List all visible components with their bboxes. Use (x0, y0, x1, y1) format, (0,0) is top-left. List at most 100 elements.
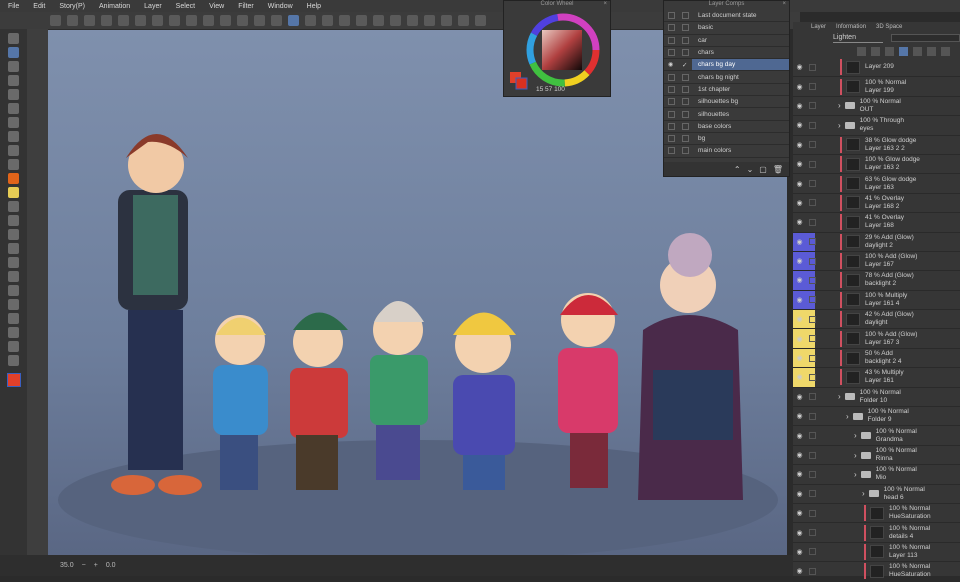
lock-toggle[interactable] (809, 102, 816, 110)
toolbar-button[interactable] (458, 15, 469, 26)
tool-button[interactable] (8, 355, 19, 366)
layer-comp-item[interactable]: Last document state (664, 10, 789, 23)
toolbar-button[interactable] (118, 15, 129, 26)
lock-toggle[interactable] (809, 490, 816, 498)
opacity-slider[interactable] (890, 34, 960, 42)
eye-icon[interactable]: ◉ (793, 412, 806, 420)
tool-button[interactable] (8, 89, 19, 100)
tab-3dspace[interactable]: 3D Space (876, 24, 902, 30)
visibility-toggle[interactable] (668, 85, 675, 93)
lock-toggle[interactable] (809, 529, 816, 537)
blend-mode-select[interactable]: Lighten (833, 34, 883, 43)
layer-comp-item[interactable]: silhouettes (664, 108, 789, 121)
layer-comp-item[interactable]: bg (664, 133, 789, 146)
eye-icon[interactable]: ◉ (793, 257, 806, 265)
new-comp-icon[interactable]: ▢ (759, 165, 767, 174)
menu-help[interactable]: Help (307, 3, 321, 10)
lock-toggle[interactable] (809, 315, 816, 323)
apply-checkbox[interactable] (682, 147, 689, 155)
eye-icon[interactable]: ◉ (793, 529, 806, 537)
layer-comp-item[interactable]: chars bg night (664, 71, 789, 84)
toolbar-button[interactable] (475, 15, 486, 26)
menu-select[interactable]: Select (176, 3, 195, 10)
expand-chevron-icon[interactable]: › (854, 451, 857, 460)
apply-checkbox[interactable] (682, 85, 689, 93)
tool-button[interactable] (8, 187, 19, 198)
toolbar-button[interactable] (288, 15, 299, 26)
toolbar-button[interactable] (203, 15, 214, 26)
eye-icon[interactable]: ◉ (793, 373, 806, 381)
toolbar-button[interactable] (271, 15, 282, 26)
eye-icon[interactable]: ◉ (793, 470, 806, 478)
zoom-out-button[interactable]: − (82, 562, 86, 569)
layer-row[interactable]: ◉ 78 % Add (Glow) backlight 2 (793, 271, 960, 291)
tool-button[interactable] (8, 201, 19, 212)
tool-button[interactable] (8, 117, 19, 128)
lock-toggle[interactable] (809, 276, 816, 284)
lock-toggle[interactable] (809, 141, 816, 149)
eye-icon[interactable]: ◉ (793, 199, 806, 207)
eye-icon[interactable]: ◉ (793, 121, 806, 129)
tool-button[interactable] (8, 313, 19, 324)
layer-row[interactable]: ◉ 100 % Normal details 4 (793, 523, 960, 543)
tool-button[interactable] (8, 271, 19, 282)
close-icon[interactable]: × (782, 1, 786, 7)
eye-icon[interactable]: ◉ (793, 490, 806, 498)
layer-row[interactable]: ◉ 43 % Multiply Layer 161 (793, 368, 960, 388)
visibility-toggle[interactable] (668, 110, 675, 118)
toolbar-button[interactable] (390, 15, 401, 26)
apply-checkbox[interactable] (682, 122, 689, 130)
layer-row[interactable]: ◉ 29 % Add (Glow) daylight 2 (793, 232, 960, 252)
eye-icon[interactable]: ◉ (793, 354, 806, 362)
eye-icon[interactable]: ◉ (793, 83, 806, 91)
visibility-toggle[interactable]: ◉ (668, 61, 675, 68)
layer-row[interactable]: ◉ 100 % Add (Glow) Layer 167 3 (793, 329, 960, 349)
toolbar-button[interactable] (84, 15, 95, 26)
tab-information[interactable]: Information (836, 24, 866, 30)
toolbar-button[interactable] (339, 15, 350, 26)
eye-icon[interactable]: ◉ (793, 451, 806, 459)
angle-value[interactable]: 0.0 (106, 562, 116, 569)
tool-button[interactable] (8, 159, 19, 170)
down-arrow-icon[interactable]: ⌄ (747, 165, 754, 174)
layer-comp-item[interactable]: ◉ ✓ chars bg day (664, 59, 789, 72)
layer-row[interactable]: ◉ 100 % Add (Glow) Layer 167 (793, 251, 960, 272)
layer-comp-item[interactable]: base colors (664, 121, 789, 133)
tool-button[interactable] (8, 61, 19, 72)
tab-layer[interactable]: Layer (811, 24, 826, 30)
eye-icon[interactable]: ◉ (793, 63, 806, 71)
visibility-toggle[interactable] (668, 36, 675, 44)
layer-row[interactable]: ◉ › 100 % Normal Folder 10 (793, 388, 960, 408)
tool-button[interactable] (8, 257, 19, 268)
toolbar-button[interactable] (441, 15, 452, 26)
tool-button[interactable] (8, 103, 19, 114)
layer-row[interactable]: ◉ 38 % Glow dodge Layer 163 2 2 (793, 136, 960, 155)
eye-icon[interactable]: ◉ (793, 567, 806, 575)
menu-edit[interactable]: Edit (33, 3, 45, 10)
lock-toggle[interactable] (809, 199, 816, 207)
lock-toggle[interactable] (809, 180, 816, 188)
layer-row[interactable]: ◉ 100 % Normal HueSaturation (793, 562, 960, 582)
toolbar-button[interactable] (305, 15, 316, 26)
lock-toggle[interactable] (809, 432, 816, 440)
layer-row[interactable]: ◉ › 100 % Normal head 6 (793, 485, 960, 504)
expand-chevron-icon[interactable]: › (838, 121, 841, 130)
layer-comp-item[interactable]: silhouettes bg (664, 96, 789, 109)
layer-row[interactable]: ◉ › 100 % Normal Folder 9 (793, 407, 960, 427)
expand-chevron-icon[interactable]: › (854, 431, 857, 440)
menu-layer[interactable]: Layer (144, 3, 162, 10)
eye-icon[interactable]: ◉ (793, 218, 806, 226)
lock-toggle[interactable] (809, 567, 816, 575)
layer-row[interactable]: ◉ › 100 % Normal Rinna (793, 446, 960, 466)
expand-chevron-icon[interactable]: › (846, 412, 849, 421)
eye-icon[interactable]: ◉ (793, 141, 806, 149)
menu-file[interactable]: File (8, 3, 19, 10)
tool-button[interactable] (8, 131, 19, 142)
apply-checkbox[interactable] (682, 12, 689, 20)
toolbar-button[interactable] (101, 15, 112, 26)
lock-toggle[interactable] (809, 121, 816, 129)
tool-button[interactable] (8, 341, 19, 352)
tool-button[interactable] (8, 243, 19, 254)
layer-row[interactable]: ◉ Layer 209 (793, 58, 960, 78)
toolbar-button[interactable] (237, 15, 248, 26)
